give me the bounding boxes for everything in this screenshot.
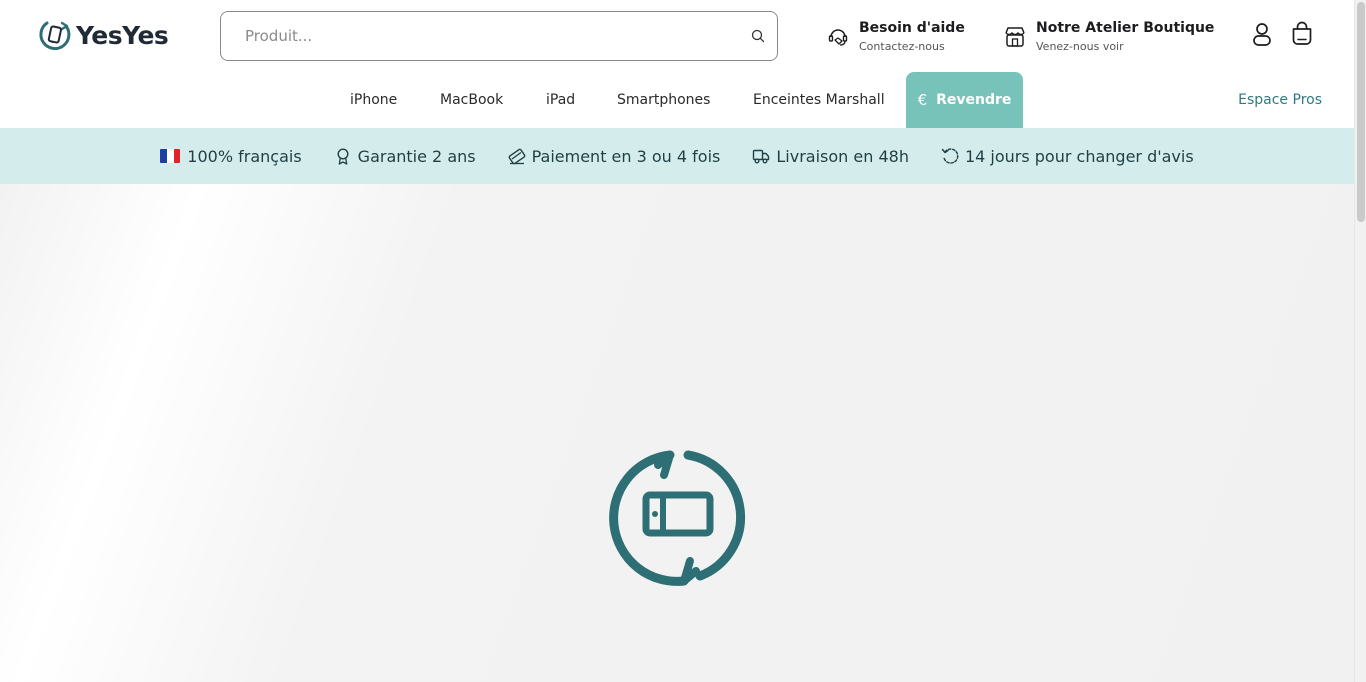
benefit-label: Livraison en 48h [776, 146, 909, 166]
nav-item-ipad[interactable]: iPad [546, 72, 575, 128]
benefit-label: Garantie 2 ans [357, 146, 476, 166]
nav-item-marshall[interactable]: Enceintes Marshall [753, 72, 885, 128]
site-header: YesYes Besoin d'aide Contactez-nous [0, 0, 1354, 72]
credit-card-icon [508, 148, 526, 165]
nav-item-iphone[interactable]: iPhone [350, 72, 397, 128]
customer-support-icon [828, 29, 848, 46]
revendre-label: Revendre [936, 92, 1012, 108]
nav-item-macbook[interactable]: MacBook [440, 72, 503, 128]
scrollbar-thumb[interactable] [1357, 2, 1365, 222]
benefits-bar: 100% français Garantie 2 ans Paiement en… [0, 128, 1354, 184]
storefront-icon [1005, 27, 1025, 47]
hero-loading-area [0, 184, 1354, 682]
main-navigation: iPhone MacBook iPad Smartphones Enceinte… [0, 72, 1354, 128]
store-visit-link[interactable]: Notre Atelier Boutique Venez-nous voir [1003, 18, 1214, 55]
benefit-payment: Paiement en 3 ou 4 fois [508, 146, 721, 166]
benefit-label: 100% français [187, 146, 302, 166]
benefit-french: 100% français [160, 146, 302, 166]
delivery-truck-icon [753, 149, 770, 164]
shopping-bag-icon[interactable] [1289, 20, 1315, 47]
help-subtitle: Contactez-nous [859, 40, 945, 53]
help-title: Besoin d'aide [859, 20, 965, 36]
user-account-icon[interactable] [1250, 21, 1274, 47]
page-scrollbar[interactable] [1354, 0, 1366, 682]
search-bar [220, 11, 778, 61]
france-flag-icon [160, 149, 181, 163]
benefit-returns: 14 jours pour changer d'avis [941, 147, 1194, 166]
store-title: Notre Atelier Boutique [1036, 20, 1215, 36]
search-icon[interactable] [751, 29, 765, 43]
brand-logo-link[interactable]: YesYes [38, 17, 169, 53]
help-contact-link[interactable]: Besoin d'aide Contactez-nous [826, 18, 965, 55]
refurbished-phone-logo-icon [39, 21, 71, 51]
store-subtitle: Venez-nous voir [1036, 40, 1124, 53]
nav-item-revendre[interactable]: € Revendre [906, 72, 1023, 128]
award-ribbon-icon [337, 148, 349, 165]
search-input[interactable] [245, 27, 725, 45]
benefit-warranty: Garantie 2 ans [334, 147, 476, 166]
euro-icon: € [917, 91, 928, 109]
page: YesYes Besoin d'aide Contactez-nous [0, 0, 1354, 682]
return-arrow-icon [941, 148, 959, 164]
store-text: Notre Atelier Boutique Venez-nous voir [1036, 18, 1214, 55]
help-text: Besoin d'aide Contactez-nous [859, 18, 965, 55]
brand-name: YesYes [76, 20, 169, 50]
benefit-delivery: Livraison en 48h [752, 147, 909, 166]
loading-device-refresh-icon [609, 450, 745, 586]
benefit-label: Paiement en 3 ou 4 fois [531, 146, 721, 166]
nav-item-smartphones[interactable]: Smartphones [617, 72, 710, 128]
espace-pros-link[interactable]: Espace Pros [1238, 72, 1322, 128]
benefit-label: 14 jours pour changer d'avis [964, 146, 1194, 166]
